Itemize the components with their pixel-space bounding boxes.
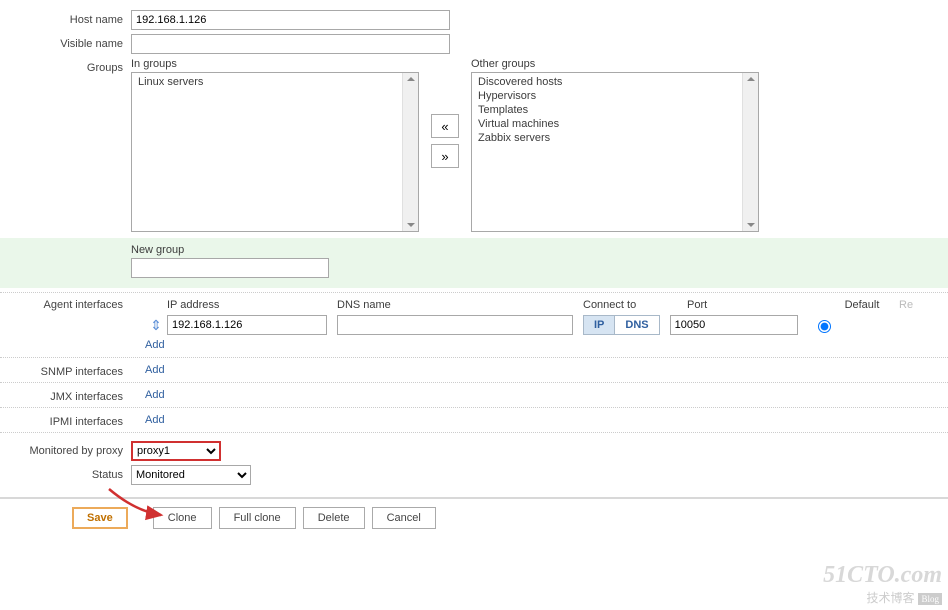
add-agent-interface-link[interactable]: Add [145, 339, 165, 351]
move-left-button[interactable]: « [431, 114, 459, 138]
snmp-interfaces-label: SNMP interfaces [0, 362, 131, 378]
groups-label: Groups [0, 58, 131, 74]
default-radio[interactable] [818, 320, 831, 333]
add-jmx-interface-link[interactable]: Add [145, 389, 165, 401]
new-group-input[interactable] [131, 258, 329, 278]
ipmi-interfaces-label: IPMI interfaces [0, 412, 131, 428]
other-groups-listbox[interactable]: Discovered hosts Hypervisors Templates V… [471, 72, 759, 232]
agent-interfaces-label: Agent interfaces [0, 297, 131, 353]
drag-handle-icon[interactable]: ⇕ [145, 317, 167, 334]
ip-address-input[interactable] [167, 315, 327, 335]
jmx-interfaces-label: JMX interfaces [0, 387, 131, 403]
new-group-title: New group [131, 244, 948, 256]
button-bar: Save Clone Full clone Delete Cancel [0, 497, 948, 537]
connect-to-header: Connect to [583, 299, 687, 311]
list-item[interactable]: Virtual machines [474, 117, 756, 131]
list-item[interactable]: Templates [474, 103, 756, 117]
add-snmp-interface-link[interactable]: Add [145, 364, 165, 376]
remove-header: Re [899, 299, 913, 311]
clone-button[interactable]: Clone [153, 507, 212, 529]
default-header: Default [837, 299, 887, 311]
connect-dns-button[interactable]: DNS [614, 315, 659, 335]
list-item[interactable]: Zabbix servers [474, 131, 756, 145]
host-form: Host name Visible name Groups In groups … [0, 10, 948, 537]
add-ipmi-interface-link[interactable]: Add [145, 414, 165, 426]
monitored-by-proxy-label: Monitored by proxy [0, 441, 131, 457]
visible-name-input[interactable] [131, 34, 450, 54]
in-groups-title: In groups [131, 58, 419, 70]
dns-name-header: DNS name [337, 299, 583, 311]
status-label: Status [0, 465, 131, 481]
in-groups-listbox[interactable]: Linux servers [131, 72, 419, 232]
visible-name-label: Visible name [0, 34, 131, 50]
monitored-by-proxy-select[interactable]: proxy1 [131, 441, 221, 461]
scrollbar[interactable] [402, 73, 418, 231]
save-button[interactable]: Save [72, 507, 128, 529]
port-input[interactable] [670, 315, 798, 335]
list-item[interactable]: Discovered hosts [474, 75, 756, 89]
watermark: 51CTO.com 技术博客Blog [823, 562, 942, 606]
delete-button[interactable]: Delete [303, 507, 365, 529]
status-select[interactable]: Monitored [131, 465, 251, 485]
other-groups-title: Other groups [471, 58, 759, 70]
scrollbar[interactable] [742, 73, 758, 231]
ip-address-header: IP address [167, 299, 337, 311]
dns-name-input[interactable] [337, 315, 573, 335]
list-item[interactable]: Hypervisors [474, 89, 756, 103]
host-name-label: Host name [0, 10, 131, 26]
cancel-button[interactable]: Cancel [372, 507, 436, 529]
port-header: Port [687, 299, 837, 311]
move-right-button[interactable]: » [431, 144, 459, 168]
connect-ip-button[interactable]: IP [583, 315, 614, 335]
host-name-input[interactable] [131, 10, 450, 30]
list-item[interactable]: Linux servers [134, 75, 416, 89]
full-clone-button[interactable]: Full clone [219, 507, 296, 529]
